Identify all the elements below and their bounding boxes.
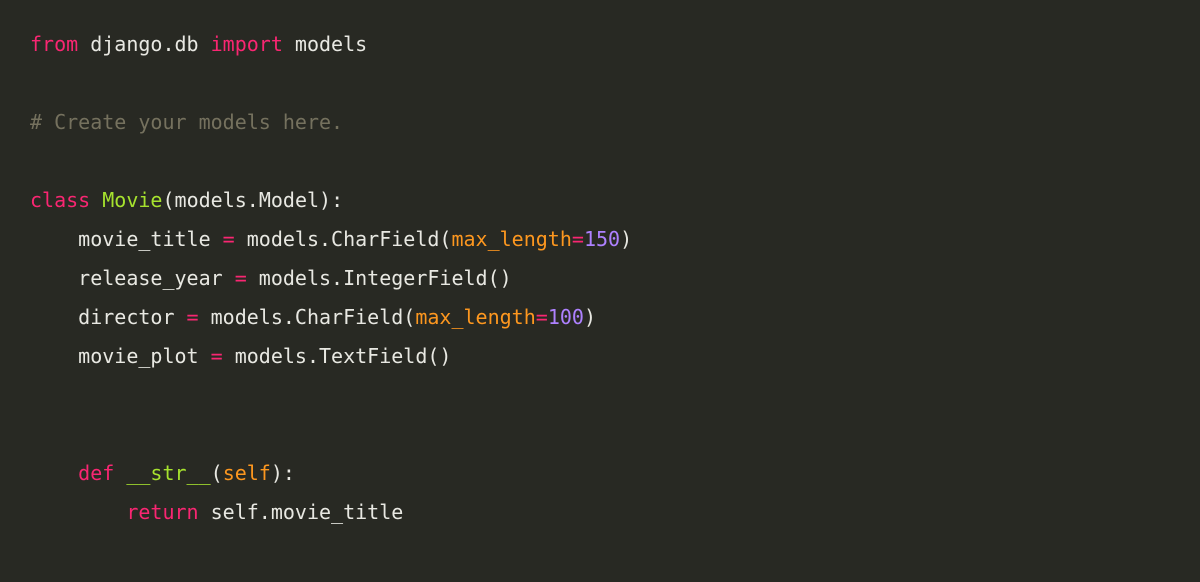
number-literal: 150 (584, 227, 620, 251)
equals-operator: = (211, 344, 223, 368)
paren-close: ) (271, 461, 283, 485)
class-name: Movie (102, 188, 162, 212)
indent (30, 305, 78, 329)
code-line: def __str__(self): (30, 454, 1170, 493)
keyword-from: from (30, 32, 78, 56)
keyword-return: return (126, 500, 198, 524)
paren-open: ( (162, 188, 174, 212)
keyword-import: import (211, 32, 283, 56)
comment-text: # Create your models here. (30, 110, 343, 134)
empty-line (30, 142, 1170, 181)
empty-line (30, 415, 1170, 454)
colon: : (283, 461, 295, 485)
function-call: models.IntegerField() (247, 266, 512, 290)
space (90, 188, 102, 212)
number-literal: 100 (548, 305, 584, 329)
indent (30, 344, 78, 368)
keyword-def: def (78, 461, 114, 485)
code-line: class Movie(models.Model): (30, 181, 1170, 220)
module-name: django.db (78, 32, 210, 56)
paren-close: ) (620, 227, 632, 251)
code-line: from django.db import models (30, 25, 1170, 64)
indent (30, 227, 78, 251)
equals-operator: = (572, 227, 584, 251)
keyword-class: class (30, 188, 90, 212)
variable-name: release_year (78, 266, 235, 290)
indent (30, 500, 126, 524)
code-editor[interactable]: from django.db import models # Create yo… (30, 25, 1170, 532)
paren-open: ( (211, 461, 223, 485)
indent (30, 461, 78, 485)
empty-line (30, 64, 1170, 103)
code-line: director = models.CharField(max_length=1… (30, 298, 1170, 337)
param-name: max_length (451, 227, 571, 251)
function-name: __str__ (126, 461, 210, 485)
function-call: models.CharField( (199, 305, 416, 329)
equals-operator: = (187, 305, 199, 329)
variable-name: director (78, 305, 186, 329)
colon: : (331, 188, 343, 212)
param-name: max_length (415, 305, 535, 329)
variable-name: movie_plot (78, 344, 210, 368)
base-class: models.Model (175, 188, 320, 212)
function-call: models.CharField( (235, 227, 452, 251)
paren-close: ) (584, 305, 596, 329)
import-name: models (283, 32, 367, 56)
code-line: release_year = models.IntegerField() (30, 259, 1170, 298)
empty-line (30, 376, 1170, 415)
code-line: # Create your models here. (30, 103, 1170, 142)
variable-name: movie_title (78, 227, 223, 251)
equals-operator: = (223, 227, 235, 251)
function-call: models.TextField() (223, 344, 452, 368)
paren-close: ) (319, 188, 331, 212)
code-line: movie_plot = models.TextField() (30, 337, 1170, 376)
equals-operator: = (235, 266, 247, 290)
code-line: movie_title = models.CharField(max_lengt… (30, 220, 1170, 259)
equals-operator: = (536, 305, 548, 329)
code-line: return self.movie_title (30, 493, 1170, 532)
indent (30, 266, 78, 290)
space (114, 461, 126, 485)
param-self: self (223, 461, 271, 485)
expression: self.movie_title (199, 500, 404, 524)
